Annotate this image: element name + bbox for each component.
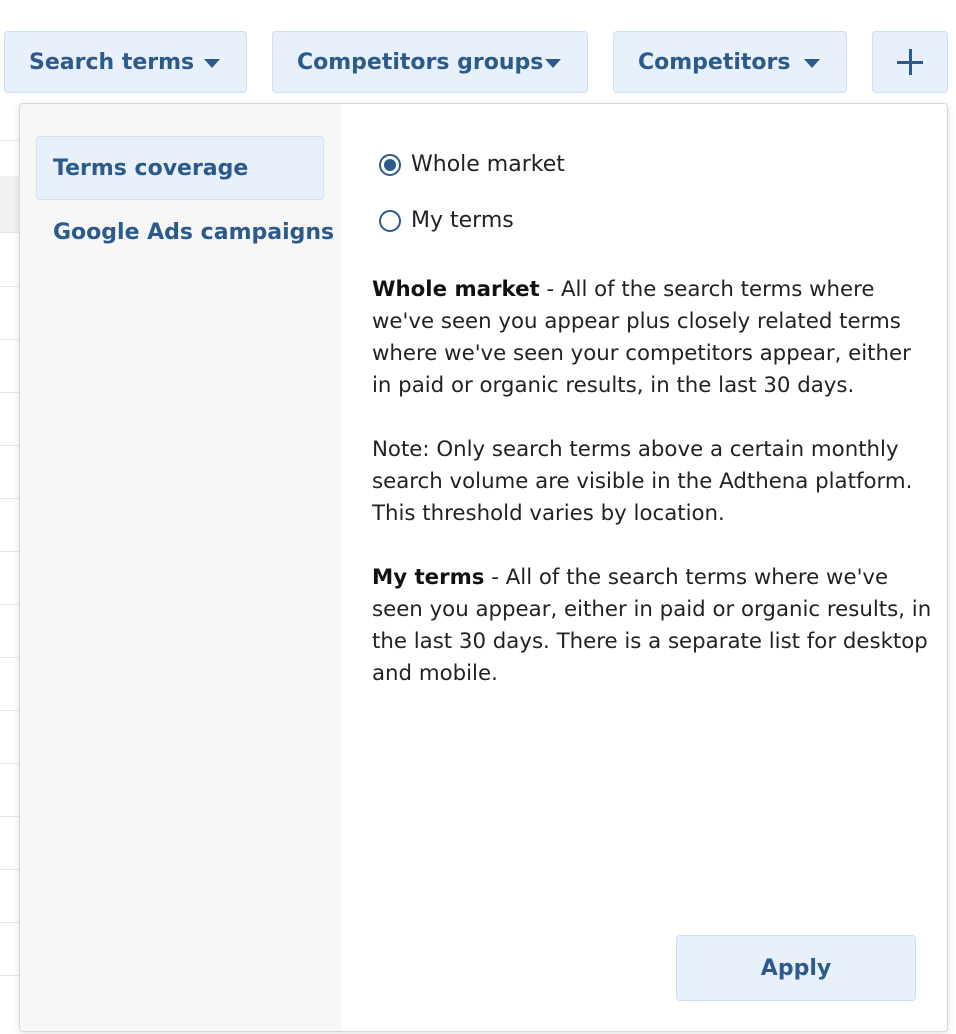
caret-down-icon: [804, 59, 820, 68]
dropdown-sidebar: Terms coverage Google Ads campaigns: [20, 104, 341, 1031]
my-terms-radio[interactable]: [379, 209, 401, 232]
caret-down-icon: [545, 59, 561, 68]
competitor-groups-filter-label: Competitors groups: [297, 49, 544, 75]
sidebar-item-google-ads-campaigns[interactable]: Google Ads campaigns: [36, 200, 334, 264]
plus-icon: [897, 49, 923, 75]
sidebar-item-label: Google Ads campaigns: [53, 219, 335, 245]
my-terms-description: My terms - All of the search terms where…: [372, 562, 932, 690]
dropdown-content: Whole market My terms Whole market - All…: [341, 104, 947, 1031]
my-terms-option-label: My terms: [411, 208, 514, 233]
competitor-groups-filter-button[interactable]: Competitors groups: [272, 31, 588, 93]
whole-market-description-title: Whole market: [372, 277, 540, 302]
sidebar-item-label: Terms coverage: [53, 155, 249, 181]
search-terms-filter-label: Search terms: [29, 49, 195, 75]
my-terms-option[interactable]: My terms: [379, 208, 514, 233]
competitors-filter-button[interactable]: Competitors: [613, 31, 847, 93]
coverage-description: Whole market - All of the search terms w…: [372, 274, 932, 722]
page: Search terms Competitors groups Competit…: [0, 0, 956, 1034]
my-terms-description-title: My terms: [372, 565, 485, 590]
search-terms-filter-button[interactable]: Search terms: [4, 31, 247, 93]
competitors-filter-label: Competitors: [638, 49, 791, 75]
caret-down-icon: [204, 59, 220, 68]
add-filter-button[interactable]: [872, 31, 948, 93]
apply-button[interactable]: Apply: [676, 935, 916, 1001]
note-description: Note: Only search terms above a certain …: [372, 437, 913, 526]
sidebar-item-terms-coverage[interactable]: Terms coverage: [36, 136, 324, 200]
whole-market-option[interactable]: Whole market: [379, 152, 565, 177]
whole-market-description: Whole market - All of the search terms w…: [372, 274, 932, 402]
terms-dropdown-panel: Terms coverage Google Ads campaigns Whol…: [19, 103, 948, 1032]
whole-market-option-label: Whole market: [411, 152, 565, 177]
whole-market-radio[interactable]: [379, 153, 401, 176]
